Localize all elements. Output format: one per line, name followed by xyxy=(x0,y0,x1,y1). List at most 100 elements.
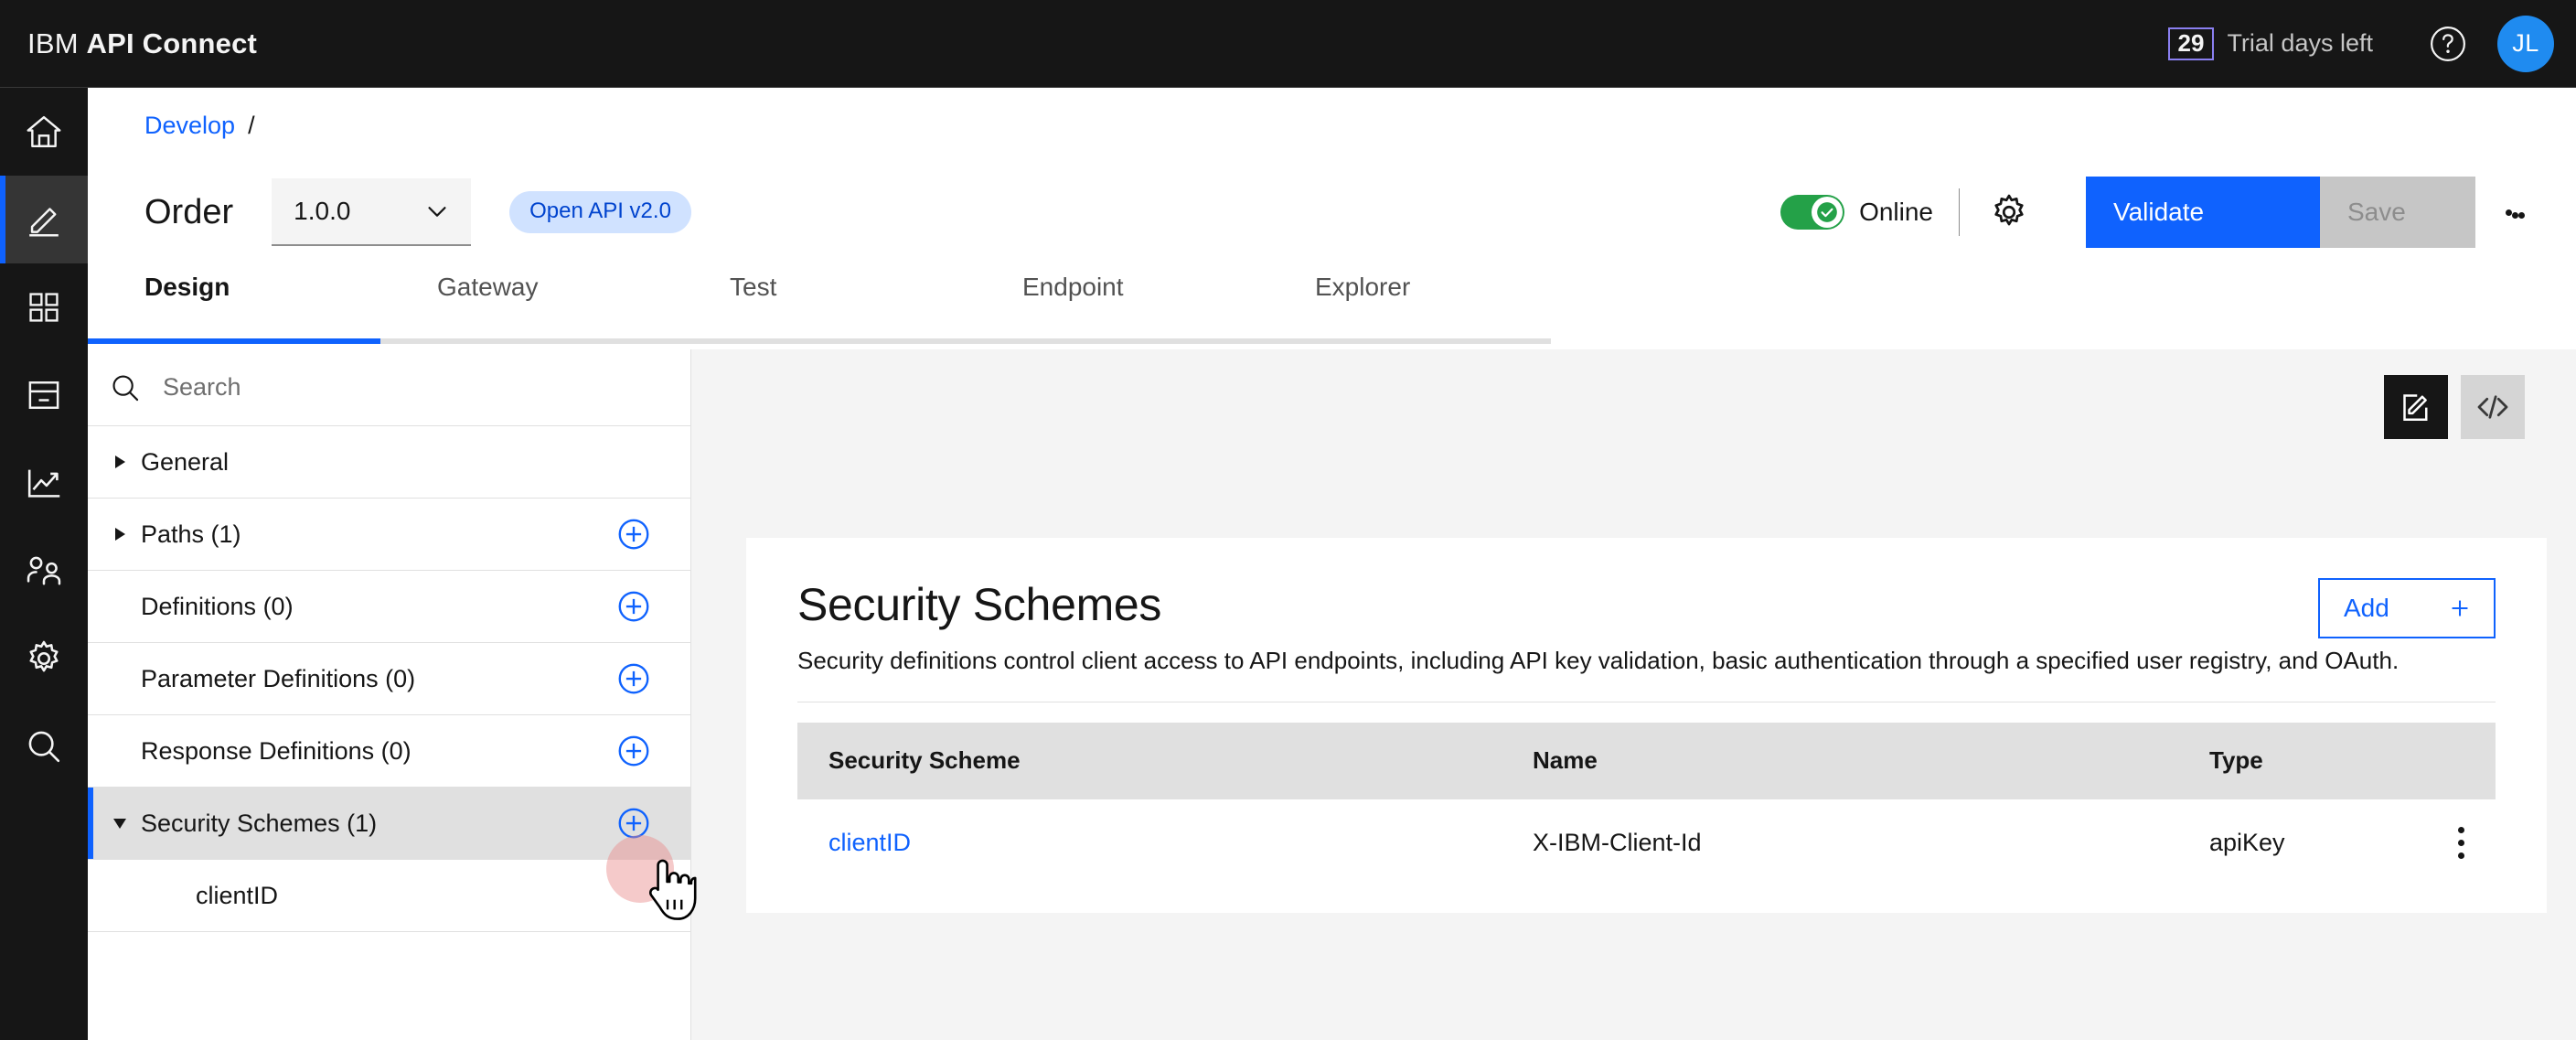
version-dropdown[interactable]: 1.0.0 xyxy=(272,178,472,246)
caret-right-icon[interactable] xyxy=(108,456,132,468)
spec-version-tag[interactable]: Open API v2.0 xyxy=(509,191,691,233)
trial-days-label: Trial days left xyxy=(2227,29,2373,57)
rail-item-develop[interactable] xyxy=(0,176,88,263)
cell-actions xyxy=(2395,799,2496,887)
add-definition-button[interactable] xyxy=(615,588,652,625)
rail-item-search[interactable] xyxy=(0,702,88,790)
add-button-label: Add xyxy=(2344,594,2389,622)
table-header: Security Scheme Name Type xyxy=(797,722,2496,799)
search-icon xyxy=(112,374,139,401)
tree-item-label: Security Schemes (1) xyxy=(141,809,378,837)
column-header-actions xyxy=(2395,722,2496,799)
row-overflow-menu-button[interactable] xyxy=(2426,827,2496,860)
tree-item-response-definitions[interactable]: Response Definitions (0) xyxy=(88,715,690,788)
primary-nav-rail xyxy=(0,88,88,1040)
tab-gateway[interactable]: Gateway xyxy=(380,271,673,344)
plus-circle-icon xyxy=(618,591,649,622)
rail-item-settings[interactable] xyxy=(0,615,88,702)
tree-item-label: Parameter Definitions (0) xyxy=(141,664,416,692)
online-toggle[interactable] xyxy=(1780,195,1845,230)
search-icon xyxy=(28,731,60,763)
trial-days-badge: 29 xyxy=(2167,27,2215,60)
validate-button[interactable]: Validate xyxy=(2086,177,2320,248)
tree-item-parameter-definitions[interactable]: Parameter Definitions (0) xyxy=(88,643,690,715)
column-header-type: Type xyxy=(2178,722,2395,799)
plus-icon xyxy=(2452,600,2468,616)
column-header-name: Name xyxy=(1502,722,2178,799)
app-brand: IBM API Connect xyxy=(27,27,257,60)
tree-item-clientid[interactable]: clientID xyxy=(88,860,690,932)
api-title-actions: Online Validate Save xyxy=(1780,163,2576,262)
global-header: IBM API Connect 29 Trial days left JL xyxy=(0,0,2576,88)
home-icon xyxy=(27,115,61,148)
table-row[interactable]: clientID X-IBM-Client-Id apiKey xyxy=(797,799,2496,887)
tree-item-paths[interactable]: Paths (1) xyxy=(88,499,690,571)
tree-item-label: General xyxy=(141,447,230,476)
toolbar-divider xyxy=(1959,188,1960,236)
caret-down-icon[interactable] xyxy=(108,818,132,829)
breadcrumb: Develop / xyxy=(144,112,255,140)
tab-endpoint[interactable]: Endpoint xyxy=(966,271,1258,344)
tree-item-label: Definitions (0) xyxy=(141,592,294,620)
api-overflow-menu-button[interactable] xyxy=(2481,178,2549,246)
rail-item-catalog[interactable] xyxy=(0,351,88,439)
cell-name: X-IBM-Client-Id xyxy=(1502,799,2178,887)
header-actions: 29 Trial days left JL xyxy=(2167,0,2576,88)
analytics-chart-icon xyxy=(27,469,60,498)
column-header-scheme: Security Scheme xyxy=(797,722,1502,799)
tab-design[interactable]: Design xyxy=(88,271,380,344)
table-body: clientID X-IBM-Client-Id apiKey xyxy=(797,799,2496,887)
plus-circle-icon xyxy=(618,735,649,767)
tree-item-definitions[interactable]: Definitions (0) xyxy=(88,571,690,643)
users-icon xyxy=(27,556,61,585)
editor-content-area: Security Schemes Add Security definition… xyxy=(691,349,2576,1040)
api-navigation-tree: Search General Paths (1) Definitions (0) xyxy=(88,349,691,1040)
search-input[interactable]: Search xyxy=(88,349,690,426)
tree-item-security-schemes[interactable]: Security Schemes (1) xyxy=(88,788,690,860)
security-schemes-table: Security Scheme Name Type clientID X-IBM… xyxy=(797,722,2496,887)
section-title: Security Schemes xyxy=(797,579,1162,630)
rail-item-home[interactable] xyxy=(0,88,88,176)
tree-item-label: Paths (1) xyxy=(141,520,241,548)
brand-ibm: IBM xyxy=(27,27,79,59)
api-settings-button[interactable] xyxy=(1985,188,2033,236)
tab-test[interactable]: Test xyxy=(673,271,966,344)
search-placeholder: Search xyxy=(163,373,241,401)
code-source-icon xyxy=(2477,395,2508,419)
rail-item-analytics[interactable] xyxy=(0,439,88,527)
chevron-down-icon xyxy=(428,207,446,217)
main-region: Develop / Order 1.0.0 Open API v2.0 Onli… xyxy=(88,88,2576,1040)
page-title: Order xyxy=(144,192,234,231)
source-editor-toggle[interactable] xyxy=(2461,375,2525,439)
help-button[interactable] xyxy=(2404,0,2492,88)
cell-scheme-link[interactable]: clientID xyxy=(797,799,1502,887)
rail-item-members[interactable] xyxy=(0,527,88,615)
plus-circle-icon xyxy=(618,663,649,694)
add-parameter-definition-button[interactable] xyxy=(615,660,652,697)
breadcrumb-develop-link[interactable]: Develop xyxy=(144,112,235,140)
toggle-knob xyxy=(1812,197,1844,228)
form-editor-toggle[interactable] xyxy=(2384,375,2448,439)
card-header: Security Schemes Add xyxy=(797,578,2496,638)
add-response-definition-button[interactable] xyxy=(615,733,652,769)
online-toggle-group[interactable]: Online xyxy=(1780,195,1933,230)
breadcrumb-separator: / xyxy=(248,112,255,139)
api-title-bar: Order 1.0.0 Open API v2.0 Online Validat… xyxy=(88,163,2576,262)
help-circle-icon xyxy=(2431,26,2465,61)
section-description: Security definitions control client acce… xyxy=(797,647,2400,674)
add-security-scheme-button[interactable] xyxy=(615,805,652,842)
tab-explorer[interactable]: Explorer xyxy=(1258,271,1551,344)
check-circle-icon xyxy=(1817,202,1837,222)
caret-right-icon[interactable] xyxy=(108,528,132,541)
catalog-icon xyxy=(28,381,59,409)
tree-item-label: clientID xyxy=(196,881,279,909)
user-avatar[interactable]: JL xyxy=(2497,15,2554,72)
tree-item-general[interactable]: General xyxy=(88,426,690,499)
rail-item-manage[interactable] xyxy=(0,263,88,351)
gear-icon xyxy=(29,640,59,672)
add-security-scheme-button-main[interactable]: Add xyxy=(2318,578,2496,638)
table-header-row: Security Scheme Name Type xyxy=(797,722,2496,799)
add-path-button[interactable] xyxy=(615,516,652,552)
save-button[interactable]: Save xyxy=(2320,177,2475,248)
pencil-edit-icon xyxy=(29,208,59,237)
